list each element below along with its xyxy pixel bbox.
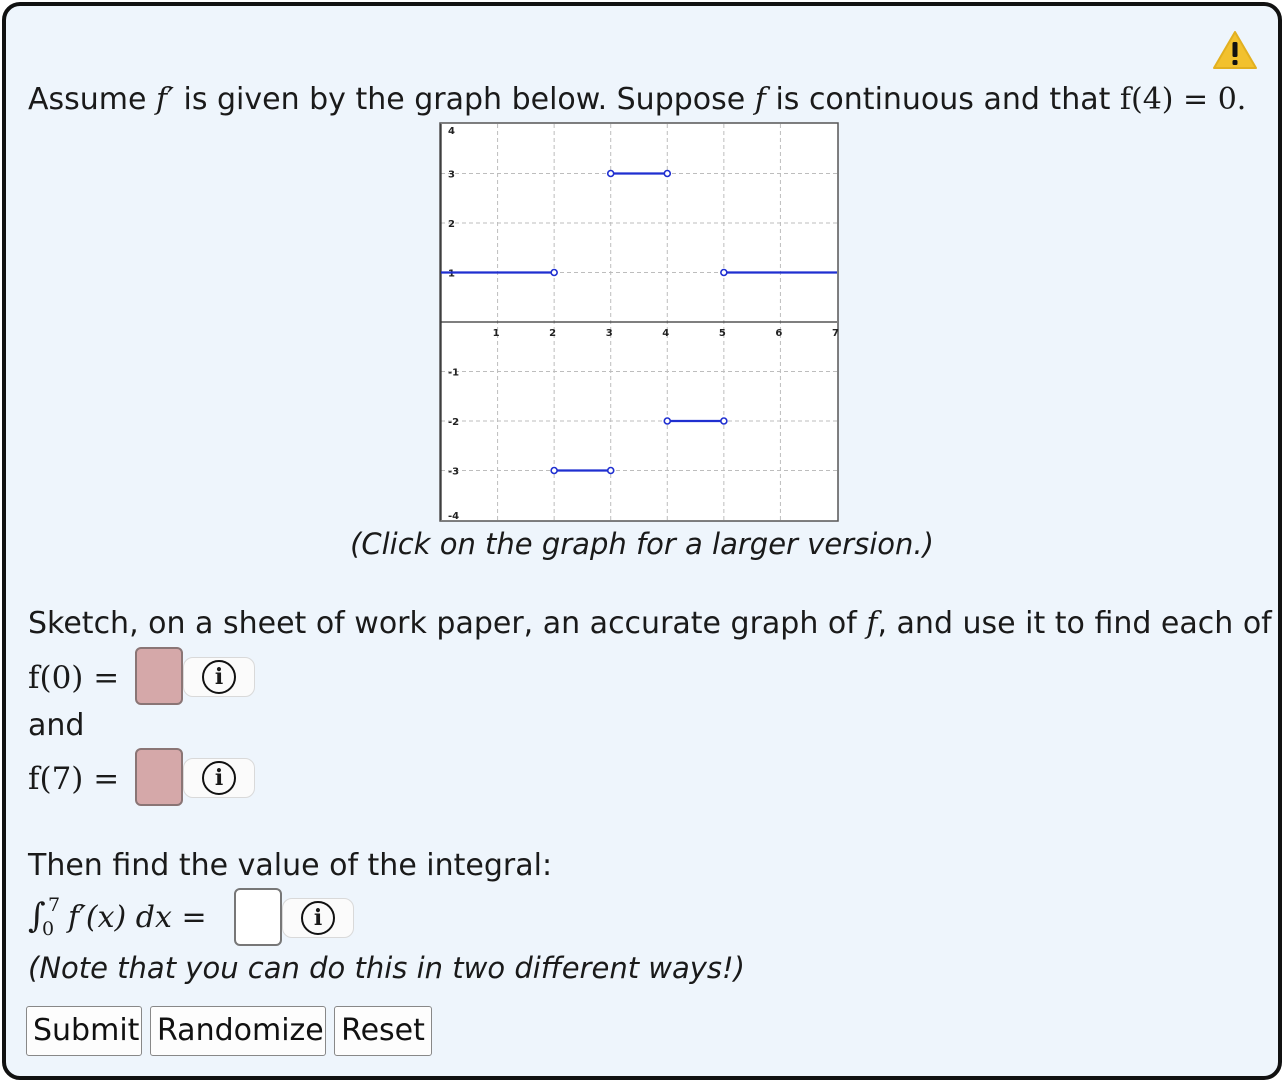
open-endpoint bbox=[663, 417, 672, 425]
y-tick-label: -1 bbox=[448, 368, 459, 379]
open-endpoint bbox=[550, 466, 558, 475]
y-tick-label: 2 bbox=[448, 219, 455, 230]
open-endpoint bbox=[720, 417, 728, 425]
info-icon: i bbox=[301, 901, 335, 935]
y-tick-label: -4 bbox=[448, 511, 459, 522]
intro-mid2: is continuous and that bbox=[775, 82, 1111, 117]
x-tick-label: 4 bbox=[662, 328, 669, 339]
integral-prompt: Then find the value of the integral: bbox=[28, 848, 553, 883]
sketch-prefix: Sketch, on a sheet of work paper, an acc… bbox=[28, 606, 857, 641]
fprime-graph[interactable]: 1 2 3 4 5 6 7 4 3 2 1 -1 -2 -3 -4 bbox=[439, 122, 839, 522]
f7-info-button[interactable]: i bbox=[183, 758, 255, 798]
y-tick-label: -2 bbox=[448, 417, 459, 428]
and-label: and bbox=[28, 708, 85, 743]
open-endpoint bbox=[606, 169, 615, 178]
y-tick-label: 4 bbox=[448, 126, 455, 137]
x-tick-label: 5 bbox=[719, 328, 726, 339]
f0-label: f(0) = bbox=[28, 660, 120, 696]
integral-info-button[interactable]: i bbox=[282, 898, 354, 938]
problem-intro: Assume f′ is given by the graph below. S… bbox=[28, 82, 1246, 118]
x-tick-label: 1 bbox=[493, 328, 500, 339]
intro-prefix: Assume bbox=[28, 82, 147, 117]
y-tick-label: 3 bbox=[448, 170, 455, 181]
x-tick-label: 7 bbox=[832, 328, 839, 339]
x-tick-label: 3 bbox=[606, 328, 613, 339]
submit-button[interactable]: Submit bbox=[26, 1006, 142, 1056]
open-endpoint bbox=[663, 169, 672, 178]
integral-answer-input[interactable] bbox=[234, 888, 282, 946]
f7-label: f(7) = bbox=[28, 761, 120, 797]
open-endpoint bbox=[606, 466, 615, 475]
randomize-button[interactable]: Randomize bbox=[150, 1006, 326, 1056]
graph-caption[interactable]: (Click on the graph for a larger version… bbox=[0, 526, 1284, 562]
integral-lower-limit: 0 bbox=[42, 918, 55, 940]
integral-note: (Note that you can do this in two differ… bbox=[28, 951, 745, 985]
open-endpoint bbox=[550, 268, 558, 277]
f7-answer-input[interactable] bbox=[135, 748, 183, 806]
fprime-symbol: f′ bbox=[156, 82, 174, 117]
warning-icon[interactable] bbox=[1212, 30, 1258, 70]
y-tick-label: 1 bbox=[448, 269, 455, 280]
intro-mid: is given by the graph below. Suppose bbox=[183, 82, 746, 117]
f0-info-button[interactable]: i bbox=[183, 657, 255, 697]
x-tick-label: 2 bbox=[549, 328, 556, 339]
initial-condition: f(4) = 0. bbox=[1119, 82, 1247, 117]
x-tick-label: 6 bbox=[775, 328, 782, 339]
f-symbol: f bbox=[754, 82, 766, 117]
y-tick-label: -3 bbox=[448, 467, 459, 478]
info-icon: i bbox=[202, 761, 236, 795]
reset-button[interactable]: Reset bbox=[334, 1006, 432, 1056]
sketch-suffix: , and use it to find each of bbox=[877, 606, 1272, 641]
sketch-instruction: Sketch, on a sheet of work paper, an acc… bbox=[28, 606, 1272, 642]
integral-upper-limit: 7 bbox=[48, 894, 61, 916]
f0-answer-input[interactable] bbox=[135, 647, 183, 705]
integral-integrand: f′(x) dx = bbox=[68, 900, 207, 935]
open-endpoint bbox=[720, 268, 728, 277]
info-icon: i bbox=[202, 660, 236, 694]
sketch-f-symbol: f bbox=[866, 606, 878, 641]
